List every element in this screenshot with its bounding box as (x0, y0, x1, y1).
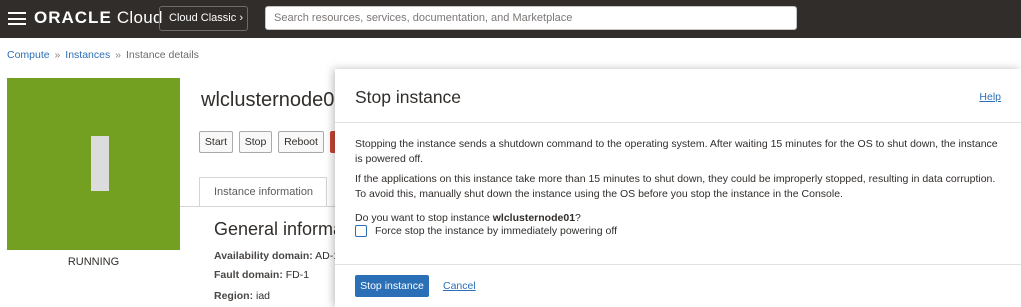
section-title: General informat (214, 219, 349, 239)
force-stop-option[interactable]: Force stop the instance by immediately p… (355, 225, 617, 237)
breadcrumb-instances[interactable]: Instances (65, 49, 110, 61)
dialog-paragraph-shutdown: Stopping the instance sends a shutdown c… (355, 138, 998, 165)
breadcrumb-compute[interactable]: Compute (7, 49, 50, 61)
field-availability-domain: Availability domain: AD-1 (214, 250, 339, 262)
instance-glyph-icon (91, 136, 109, 191)
stop-instance-button[interactable]: Stop instance (355, 275, 429, 297)
breadcrumb-current: Instance details (125, 49, 199, 61)
cancel-link[interactable]: Cancel (443, 280, 476, 292)
field-label: Region: (214, 290, 254, 302)
breadcrumb-separator: » (54, 49, 61, 61)
tab-divider (180, 206, 340, 207)
hamburger-menu-icon[interactable] (8, 12, 26, 25)
dialog-footer-divider (335, 264, 1021, 265)
question-instance-name: wlclusternode01 (492, 212, 576, 224)
field-label: Fault domain: (214, 269, 283, 281)
brand-cloud: Cloud (116, 8, 163, 27)
reboot-button[interactable]: Reboot (278, 131, 324, 153)
question-suffix: ? (575, 212, 581, 224)
dialog-paragraph-warning: If the applications on this instance tak… (355, 173, 996, 200)
top-navigation-bar: ORACLE Cloud Cloud Classic › (0, 0, 1021, 38)
tab-instance-information[interactable]: Instance information (199, 177, 327, 207)
breadcrumb: Compute » Instances » Instance details (7, 49, 199, 61)
field-value: iad (256, 290, 271, 302)
dialog-question: Do you want to stop instance wlclusterno… (355, 211, 1005, 226)
help-link[interactable]: Help (979, 91, 1001, 103)
instance-state-tile (7, 78, 180, 250)
page-title: wlclusternode01 (201, 89, 346, 111)
field-value: FD-1 (285, 269, 310, 281)
oracle-cloud-logo[interactable]: ORACLE Cloud (34, 8, 163, 28)
stop-button[interactable]: Stop (239, 131, 272, 153)
dialog-header-divider (335, 122, 1021, 123)
breadcrumb-separator: » (115, 49, 122, 61)
stop-instance-dialog: Stop instance Help Stopping the instance… (335, 69, 1021, 307)
instance-state-label: RUNNING (67, 256, 120, 268)
brand-oracle: ORACLE (34, 8, 112, 27)
field-region: Region: iad (214, 290, 270, 302)
dialog-title: Stop instance (355, 87, 462, 107)
field-label: Availability domain: (214, 250, 313, 262)
question-prefix: Do you want to stop instance (355, 212, 493, 224)
chevron-right-icon: › (239, 12, 243, 24)
force-stop-label[interactable]: Force stop the instance by immediately p… (375, 225, 617, 237)
dialog-body: Stopping the instance sends a shutdown c… (355, 137, 1005, 232)
search-input[interactable] (265, 6, 797, 30)
start-button[interactable]: Start (199, 131, 233, 153)
cloud-classic-button[interactable]: Cloud Classic › (159, 6, 248, 31)
field-fault-domain: Fault domain: FD-1 (214, 269, 309, 281)
force-stop-checkbox[interactable] (355, 225, 367, 237)
cloud-classic-label: Cloud Classic (169, 12, 237, 24)
